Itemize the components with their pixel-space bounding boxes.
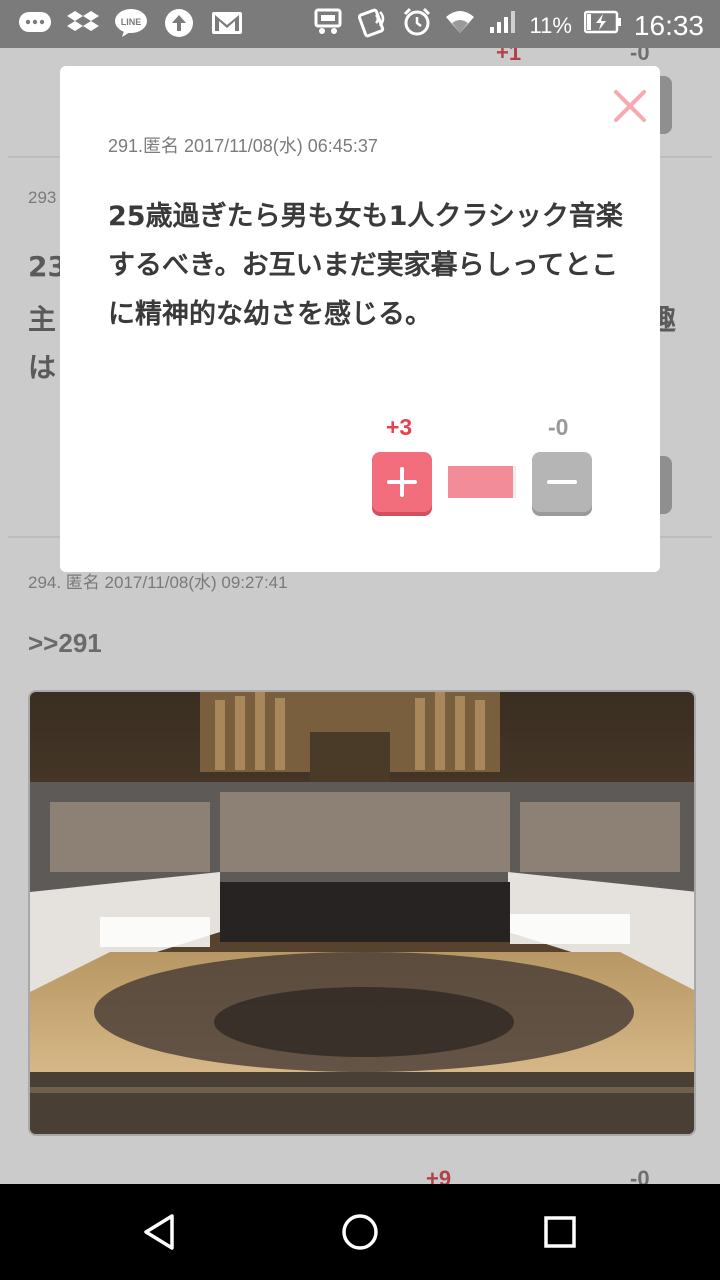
line-icon: LINE [114,8,148,38]
bottom-post-minus-score: -0 [630,1166,650,1184]
post-293-line2: 主 [28,303,57,336]
close-icon [614,90,646,122]
home-icon [342,1214,378,1250]
dropbox-icon [66,8,100,38]
upload-icon [162,8,196,38]
chat-icon [18,8,52,38]
plus-vote-button[interactable] [372,452,432,512]
status-bar: LINE 11% 16:33 [0,0,720,48]
comment-meta: 291.匿名 2017/11/08(水) 06:45:37 [108,136,378,156]
minus-score: -0 [548,414,569,440]
post-294-reply-anchor[interactable]: >>291 [28,628,102,659]
plus-icon [387,467,417,497]
back-icon [144,1214,174,1250]
alarm-icon [402,7,432,44]
top-post-plus-score: +1 [496,48,522,65]
comment-body: 25歳過ぎたら男も女も1人クラシック音楽するべき。お互いまだ実家暮らしってとこに… [108,201,623,330]
close-button[interactable] [610,86,650,126]
vote-ratio-bar [448,466,516,498]
battery-charging-icon [583,9,622,42]
wifi-icon [444,9,476,42]
nfc-icon [357,6,390,45]
comment-detail-modal: 291.匿名 2017/11/08(水) 06:45:37 25歳過ぎたら男も女… [60,66,660,572]
svg-text:LINE: LINE [121,17,142,27]
battery-percent: 11% [529,12,572,38]
top-post-minus-score: -0 [630,48,650,65]
system-status: 11% 16:33 [310,6,704,45]
minus-vote-button[interactable] [532,452,592,512]
home-button[interactable] [338,1210,382,1254]
plus-score: +3 [386,414,413,440]
back-button[interactable] [138,1210,182,1254]
navigation-bar [0,1184,720,1280]
post-293-meta: 293 [28,188,57,207]
recents-icon [544,1216,576,1248]
vote-ratio-fill [448,466,513,498]
notification-icons: LINE [18,8,244,38]
concert-hall-photo[interactable] [28,690,696,1136]
clock: 16:33 [633,9,704,41]
minus-icon [547,480,577,484]
recents-button[interactable] [538,1210,582,1254]
bottom-post-plus-score: +9 [426,1166,452,1184]
vibrate-icon [310,7,346,44]
post-293-line3: は [28,351,57,384]
signal-icon [488,9,518,42]
gmail-icon [210,8,244,38]
